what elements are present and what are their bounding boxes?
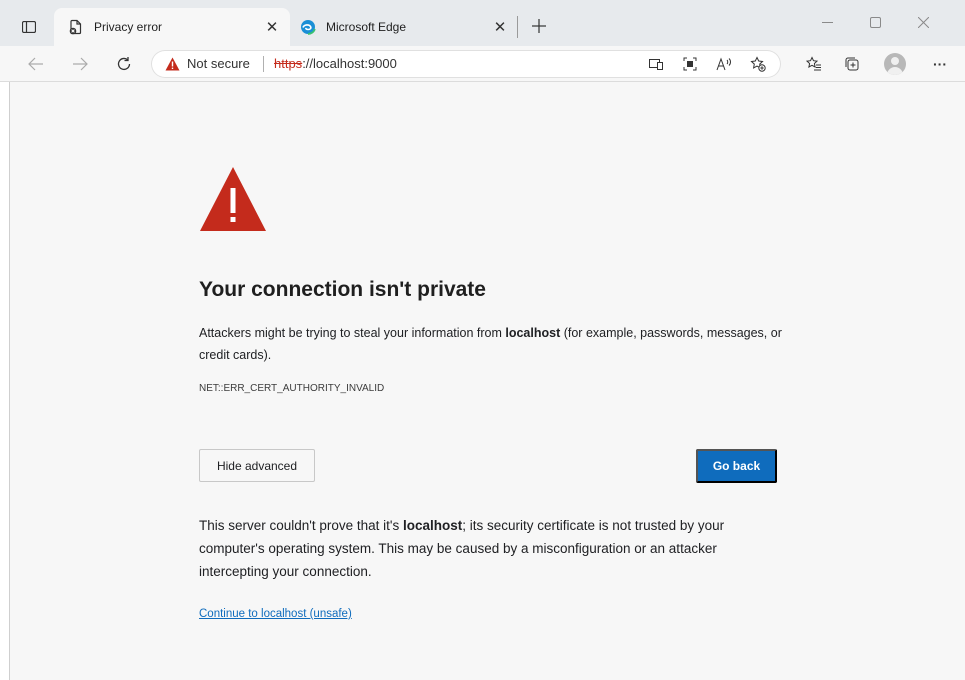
hide-advanced-button[interactable]: Hide advanced [199, 449, 315, 482]
app-available-icon[interactable] [647, 55, 665, 73]
forward-arrow-icon[interactable] [66, 50, 94, 78]
close-icon[interactable]: ✕ [262, 17, 282, 37]
profile-icon[interactable] [884, 53, 906, 75]
read-aloud-icon[interactable] [715, 55, 733, 73]
tab-title: Microsoft Edge [326, 20, 407, 34]
warning-icon[interactable] [165, 57, 180, 71]
profile-avatar-body [887, 67, 903, 75]
advanced-details: This server couldn't prove that it's loc… [199, 514, 789, 583]
tab-strip: Privacy error ✕ Microsoft Edge ✕ [0, 0, 965, 46]
page-error-icon [68, 19, 84, 35]
warning-icon [199, 166, 267, 232]
details-text: This server couldn't prove that it's [199, 518, 403, 533]
tab-title: Privacy error [94, 20, 163, 34]
maximize-icon[interactable] [852, 8, 898, 36]
security-label[interactable]: Not secure [187, 56, 250, 71]
page-title: Your connection isn't private [199, 278, 486, 301]
tab-separator [517, 16, 518, 38]
back-arrow-icon[interactable] [22, 50, 50, 78]
url-host: ://localhost:9000 [302, 56, 397, 71]
tab-privacy-error[interactable]: Privacy error ✕ [54, 8, 290, 46]
minimize-icon[interactable] [804, 8, 850, 36]
error-page [10, 82, 965, 680]
page-left-edge [0, 82, 10, 680]
new-tab-icon[interactable] [528, 14, 550, 38]
proceed-unsafe-link[interactable]: Continue to localhost (unsafe) [199, 608, 352, 620]
description-text: Attackers might be trying to steal your … [199, 326, 506, 340]
omnibox-divider [263, 56, 264, 72]
profile-avatar-head [891, 57, 899, 65]
add-favorite-icon[interactable] [749, 55, 767, 73]
edge-logo-icon [300, 19, 316, 35]
details-host: localhost [403, 518, 463, 533]
immersive-reader-icon[interactable] [681, 55, 699, 73]
refresh-icon[interactable] [110, 50, 138, 78]
address-bar[interactable]: Not secure https://localhost:9000 [151, 50, 781, 78]
tab-microsoft-edge[interactable]: Microsoft Edge ✕ [290, 8, 518, 46]
tab-actions-icon[interactable] [21, 20, 37, 34]
error-description: Attackers might be trying to steal your … [199, 322, 789, 366]
toolbar: Not secure https://localhost:9000 ··· [0, 46, 965, 82]
window-close-icon[interactable] [900, 8, 946, 36]
error-code: NET::ERR_CERT_AUTHORITY_INVALID [199, 383, 385, 394]
close-icon[interactable]: ✕ [490, 17, 510, 37]
collections-icon[interactable] [838, 50, 866, 78]
go-back-button[interactable]: Go back [696, 449, 777, 483]
more-icon[interactable]: ··· [926, 50, 954, 78]
url-text[interactable]: https://localhost:9000 [274, 56, 397, 71]
url-scheme: https [274, 56, 303, 71]
favorites-icon[interactable] [800, 50, 828, 78]
description-host: localhost [505, 326, 561, 340]
